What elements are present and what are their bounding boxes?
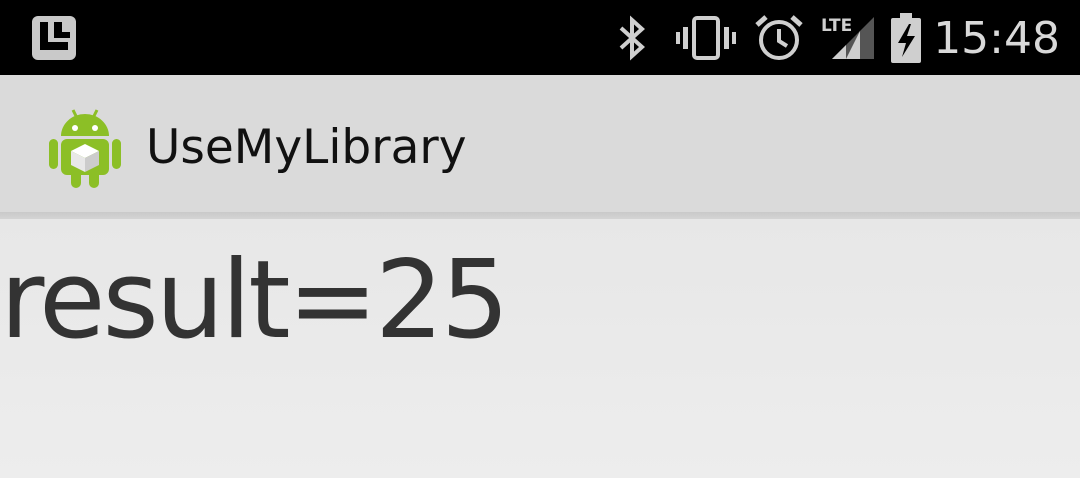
battery-charging-icon	[886, 0, 926, 75]
notification-app-icon	[30, 0, 78, 75]
result-text: result=25	[0, 238, 509, 363]
app-title: UseMyLibrary	[146, 120, 467, 175]
lte-signal-icon: LTE	[820, 0, 876, 75]
status-bar: LTE 15:48	[0, 0, 1080, 75]
vibrate-icon	[674, 0, 738, 75]
clock: 15:48	[933, 13, 1060, 64]
action-bar-divider	[0, 212, 1080, 219]
alarm-icon	[752, 0, 806, 75]
bluetooth-icon	[614, 0, 650, 75]
android-robot-icon[interactable]	[47, 104, 123, 190]
lte-label: LTE	[821, 16, 852, 36]
